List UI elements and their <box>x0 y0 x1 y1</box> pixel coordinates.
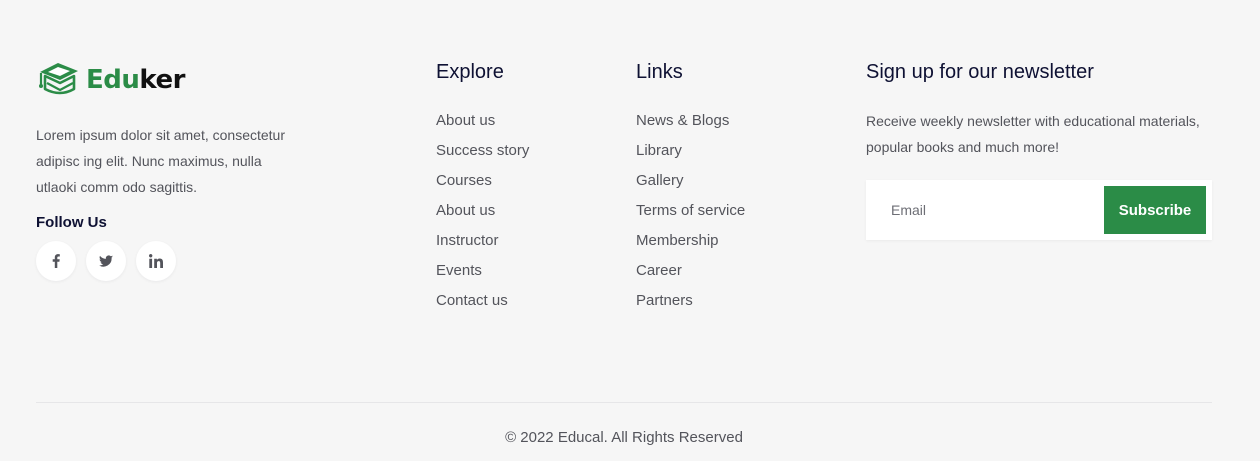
logo-text-edu: Edu <box>86 65 140 95</box>
graduation-cap-logo-icon <box>39 63 78 95</box>
logo-text: Eduker <box>86 65 185 95</box>
social-links <box>36 241 326 281</box>
brand-description: Lorem ipsum dolor sit amet, consectetur … <box>36 127 285 195</box>
explore-link-success-story[interactable]: Success story <box>436 136 529 166</box>
links-link-career[interactable]: Career <box>636 256 745 286</box>
site-footer: Eduker Lorem ipsum dolor sit amet, conse… <box>0 0 1260 461</box>
explore-column: Explore About us Success story Courses A… <box>436 60 529 316</box>
explore-link-contact-us[interactable]: Contact us <box>436 286 529 316</box>
explore-link-events[interactable]: Events <box>436 256 529 286</box>
explore-link-courses[interactable]: Courses <box>436 166 529 196</box>
footer-brand: Eduker Lorem ipsum dolor sit amet, conse… <box>36 58 326 281</box>
links-link-gallery[interactable]: Gallery <box>636 166 745 196</box>
links-column: Links News & Blogs Library Gallery Terms… <box>636 60 745 316</box>
explore-title: Explore <box>436 61 504 83</box>
copyright-text: © 2022 Educal. All Rights Reserved <box>505 429 743 446</box>
newsletter-section: Sign up for our newsletter Receive weekl… <box>866 60 1212 240</box>
links-list: News & Blogs Library Gallery Terms of se… <box>636 106 745 316</box>
facebook-link[interactable] <box>36 241 76 281</box>
explore-link-about-us-2[interactable]: About us <box>436 196 529 226</box>
links-title: Links <box>636 61 683 83</box>
email-input[interactable] <box>866 180 1102 240</box>
explore-link-about-us[interactable]: About us <box>436 106 529 136</box>
links-link-membership[interactable]: Membership <box>636 226 745 256</box>
logo[interactable]: Eduker <box>36 58 326 102</box>
twitter-link[interactable] <box>86 241 126 281</box>
logo-text-ker: ker <box>139 65 185 95</box>
links-link-partners[interactable]: Partners <box>636 286 745 316</box>
twitter-icon <box>99 255 113 267</box>
links-link-news-blogs[interactable]: News & Blogs <box>636 106 745 136</box>
newsletter-form: Subscribe <box>866 180 1212 240</box>
facebook-icon <box>52 254 60 268</box>
follow-us-title: Follow Us <box>36 214 107 231</box>
links-link-terms[interactable]: Terms of service <box>636 196 745 226</box>
newsletter-title: Sign up for our newsletter <box>866 61 1094 83</box>
explore-list: About us Success story Courses About us … <box>436 106 529 316</box>
explore-link-instructor[interactable]: Instructor <box>436 226 529 256</box>
linkedin-link[interactable] <box>136 241 176 281</box>
footer-divider <box>36 402 1212 403</box>
newsletter-description: Receive weekly newsletter with education… <box>866 113 1200 155</box>
subscribe-button[interactable]: Subscribe <box>1104 186 1206 234</box>
linkedin-icon <box>149 254 163 268</box>
links-link-library[interactable]: Library <box>636 136 745 166</box>
